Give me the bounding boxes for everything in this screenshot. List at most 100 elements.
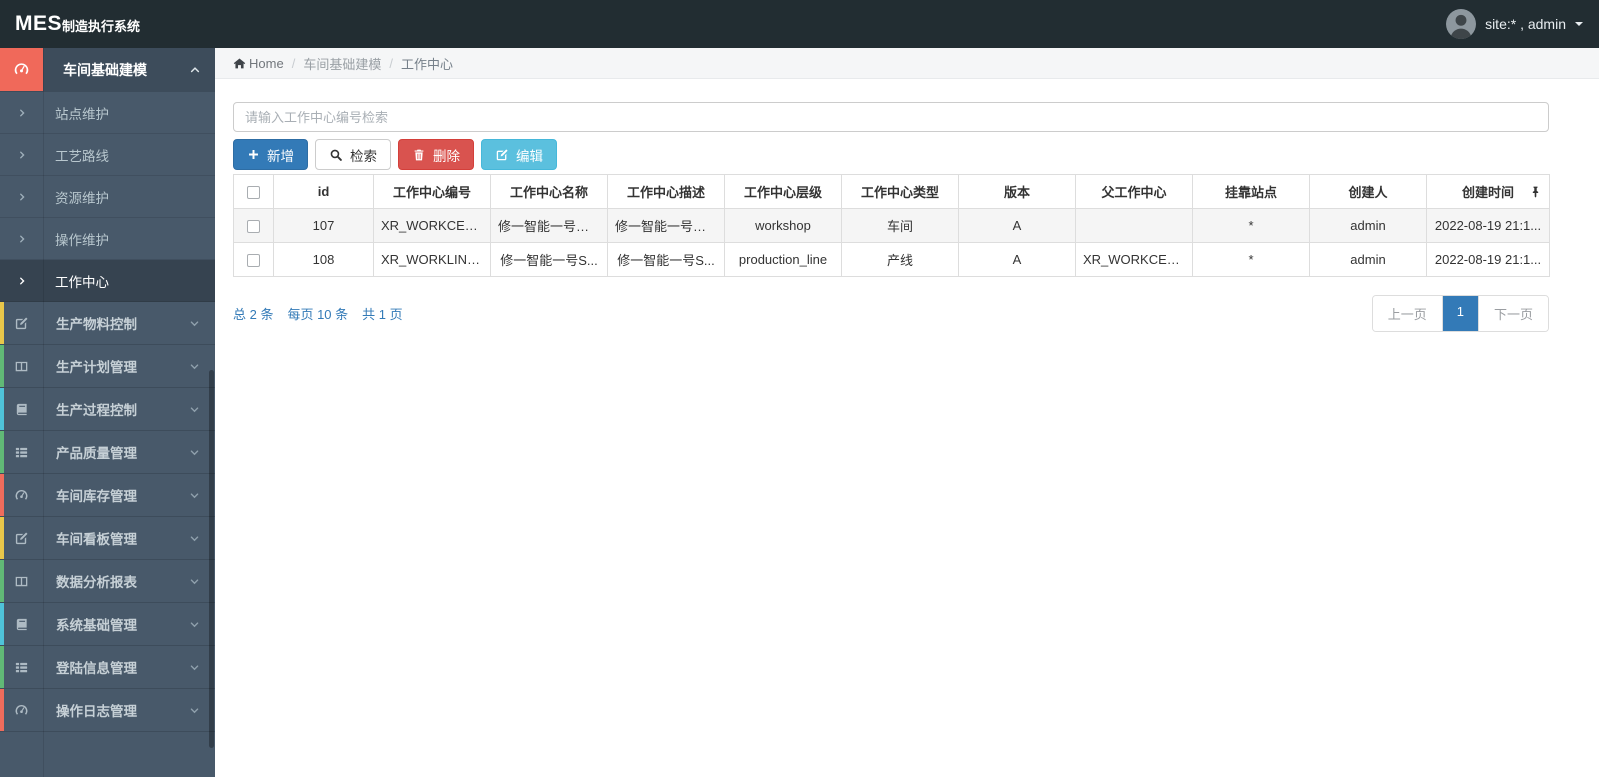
cell-station: *: [1192, 208, 1310, 243]
app-logo[interactable]: MES 制造执行系统: [0, 0, 215, 48]
pagination-pages: 共 1 页: [362, 307, 403, 322]
col-header-select: [233, 174, 274, 209]
user-menu[interactable]: site:* , admin: [1430, 0, 1599, 48]
top-navbar: MES 制造执行系统 site:* , admin: [0, 0, 1599, 48]
sidebar-item-label: 工作中心: [55, 274, 109, 290]
table-row[interactable]: 108 XR_WORKLINE... 修一智能一号S... 修一智能一号S...…: [233, 242, 1550, 277]
cell-parent: XR_WORKCEN...: [1075, 242, 1193, 277]
chevron-down-icon: [189, 662, 200, 673]
col-header-created: 创建时间: [1426, 174, 1550, 209]
book-icon: [14, 402, 29, 417]
col-header-station: 挂靠站点: [1192, 174, 1310, 209]
sidebar-item-operation-maintenance[interactable]: 操作维护: [0, 218, 215, 260]
breadcrumb-current: 工作中心: [400, 56, 453, 72]
columns-icon: [14, 574, 29, 589]
pagination-summary: 总 2 条 每页 10 条 共 1 页: [233, 304, 403, 323]
sidebar-item-process-route[interactable]: 工艺路线: [0, 134, 215, 176]
table-row[interactable]: 107 XR_WORKCEN... 修一智能一号车间 修一智能一号车间 work…: [233, 208, 1550, 243]
section-color-strip: [0, 517, 4, 559]
sidebar-scrollbar[interactable]: [209, 370, 214, 748]
chevron-down-icon: [189, 576, 200, 587]
cell-code: XR_WORKCEN...: [373, 208, 491, 243]
col-header-id: id: [273, 174, 374, 209]
edit-button[interactable]: 编辑: [481, 139, 557, 170]
sidebar-section-label: 生产过程控制: [56, 403, 137, 418]
chevron-right-icon: [17, 192, 27, 202]
user-label: site:* , admin: [1485, 16, 1566, 32]
chevron-right-icon: [17, 150, 27, 160]
cell-creator: admin: [1309, 242, 1427, 277]
sidebar-section-system-management[interactable]: 系统基础管理: [0, 603, 215, 646]
chevron-down-icon: [189, 705, 200, 716]
sidebar-section-kanban-management[interactable]: 车间看板管理: [0, 517, 215, 560]
chevron-down-icon: [189, 490, 200, 501]
cell-parent: [1075, 208, 1193, 243]
sidebar-section-data-analysis[interactable]: 数据分析报表: [0, 560, 215, 603]
table-header-row: id 工作中心编号 工作中心名称 工作中心描述 工作中心层级 工作中心类型 版本…: [233, 174, 1550, 209]
sidebar-section-plan-management[interactable]: 生产计划管理: [0, 345, 215, 388]
th-list-icon: [14, 660, 29, 675]
row-checkbox[interactable]: [247, 220, 260, 234]
pagination-total: 总 2 条: [233, 307, 274, 322]
delete-button[interactable]: 删除: [398, 139, 474, 170]
pencil-square-icon: [14, 316, 29, 331]
plus-icon: [247, 148, 260, 161]
cell-version: A: [958, 208, 1076, 243]
sidebar-section-workshop-modeling[interactable]: 车间基础建模: [0, 48, 215, 92]
user-avatar: [1446, 9, 1477, 39]
sidebar-section-login-info[interactable]: 登陆信息管理: [0, 646, 215, 689]
sidebar-section-quality-management[interactable]: 产品质量管理: [0, 431, 215, 474]
sidebar-section-label: 生产计划管理: [56, 360, 137, 375]
pin-icon[interactable]: [1529, 185, 1542, 198]
sidebar-item-resource-maintenance[interactable]: 资源维护: [0, 176, 215, 218]
sidebar-section-label: 登陆信息管理: [56, 661, 137, 676]
prev-page-button[interactable]: 上一页: [1372, 296, 1442, 331]
select-all-checkbox[interactable]: [247, 186, 260, 200]
breadcrumb-separator: /: [389, 55, 393, 71]
chevron-down-icon: [189, 361, 200, 372]
sidebar-section-material-control[interactable]: 生产物料控制: [0, 302, 215, 345]
add-button[interactable]: 新增: [233, 139, 308, 170]
breadcrumb: Home / 车间基础建模 / 工作中心: [215, 48, 1599, 79]
main-content: Home / 车间基础建模 / 工作中心 新增 检索 删除: [215, 48, 1599, 777]
chevron-right-icon: [17, 276, 27, 286]
sidebar-section-operation-log[interactable]: 操作日志管理: [0, 689, 215, 732]
sidebar-section-process-control[interactable]: 生产过程控制: [0, 388, 215, 431]
app-logo-bold: MES: [15, 12, 63, 35]
section-color-strip: [0, 603, 4, 645]
col-header-level: 工作中心层级: [724, 174, 842, 209]
page-1-button[interactable]: 1: [1441, 296, 1478, 331]
home-icon: [233, 57, 246, 70]
breadcrumb-home-link[interactable]: Home: [233, 56, 284, 71]
sidebar-section-label: 数据分析报表: [56, 575, 137, 590]
chevron-down-icon: [189, 404, 200, 415]
col-header-version: 版本: [958, 174, 1076, 209]
col-header-code: 工作中心编号: [373, 174, 491, 209]
gauge-icon: [14, 488, 29, 503]
search-button[interactable]: 检索: [315, 139, 391, 170]
sidebar-item-station-maintenance[interactable]: 站点维护: [0, 92, 215, 134]
trash-icon: [412, 148, 426, 162]
sidebar-item-work-center[interactable]: 工作中心: [0, 260, 215, 302]
sidebar-section-label: 生产物料控制: [56, 317, 137, 332]
edit-icon: [495, 148, 509, 162]
chevron-right-icon: [17, 234, 27, 244]
next-page-button[interactable]: 下一页: [1477, 296, 1548, 331]
pager-group: 上一页 1 下一页: [1371, 295, 1549, 332]
cell-station: *: [1192, 242, 1310, 277]
section-color-strip: [0, 560, 4, 602]
app-logo-rest: 制造执行系统: [62, 19, 141, 34]
sidebar-section-label: 车间看板管理: [56, 532, 137, 547]
search-input[interactable]: [233, 102, 1549, 132]
chevron-right-icon: [17, 108, 27, 118]
col-header-parent: 父工作中心: [1075, 174, 1193, 209]
row-checkbox[interactable]: [247, 254, 260, 268]
section-color-strip: [0, 302, 4, 344]
chevron-up-icon: [189, 64, 201, 76]
cell-id: 107: [273, 208, 374, 243]
sidebar-section-label: 操作日志管理: [56, 704, 137, 719]
breadcrumb-level1[interactable]: 车间基础建模: [303, 54, 381, 73]
section-color-strip: [0, 646, 4, 688]
cell-name: 修一智能一号S...: [490, 242, 608, 277]
sidebar-section-inventory-management[interactable]: 车间库存管理: [0, 474, 215, 517]
